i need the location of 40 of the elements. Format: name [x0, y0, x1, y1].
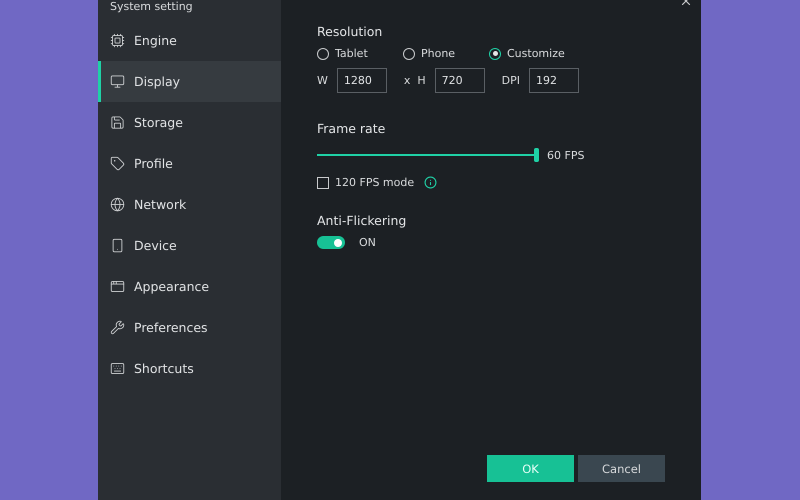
sidebar-item[interactable]: Storage	[98, 102, 281, 143]
radio-button[interactable]	[317, 48, 329, 60]
cancel-button[interactable]: Cancel	[578, 455, 665, 482]
section-title: Resolution	[317, 24, 384, 39]
sidebar-item[interactable]: Profile	[98, 143, 281, 184]
radio-button[interactable]	[403, 48, 415, 60]
globe-icon	[110, 197, 125, 212]
input-field[interactable]: 1280	[336, 68, 387, 93]
section-title: Frame rate	[317, 121, 386, 136]
field-label: W	[317, 74, 328, 87]
sidebar-item[interactable]: Device	[98, 225, 281, 266]
info-icon[interactable]	[424, 176, 438, 189]
keyboard-icon	[110, 361, 125, 376]
radio-label: Tablet	[335, 47, 368, 60]
section-title: Anti-Flickering	[317, 213, 408, 228]
window-icon	[110, 279, 125, 294]
sidebar-item[interactable]: Network	[98, 184, 281, 225]
sidebar-item[interactable]: Preferences	[98, 307, 281, 348]
slider-value: 60 FPS	[547, 148, 584, 162]
monitor-icon	[110, 74, 125, 89]
wrench-icon	[110, 320, 125, 335]
radio-label: Phone	[421, 47, 456, 60]
tag-icon	[110, 156, 125, 171]
toggle-switch[interactable]	[317, 236, 345, 249]
toggle-label: ON	[359, 236, 376, 249]
field-label: x H	[404, 74, 426, 87]
chip-icon	[110, 33, 125, 48]
radio-label: Customize	[507, 47, 565, 60]
sidebar-item[interactable]: Display	[98, 61, 281, 102]
sidebar-item[interactable]: Shortcuts	[98, 348, 281, 389]
device-icon	[110, 238, 125, 253]
sidebar-item[interactable]: Appearance	[98, 266, 281, 307]
window-title: System setting	[110, 0, 193, 13]
checkbox-label: 120 FPS mode	[335, 176, 414, 189]
input-field[interactable]: 720	[434, 68, 485, 93]
checkbox[interactable]	[317, 176, 329, 188]
field-label: DPI	[502, 74, 520, 87]
radio-button[interactable]	[489, 48, 501, 60]
input-field[interactable]: 192	[529, 68, 580, 93]
sidebar-item[interactable]: Engine	[98, 20, 281, 61]
